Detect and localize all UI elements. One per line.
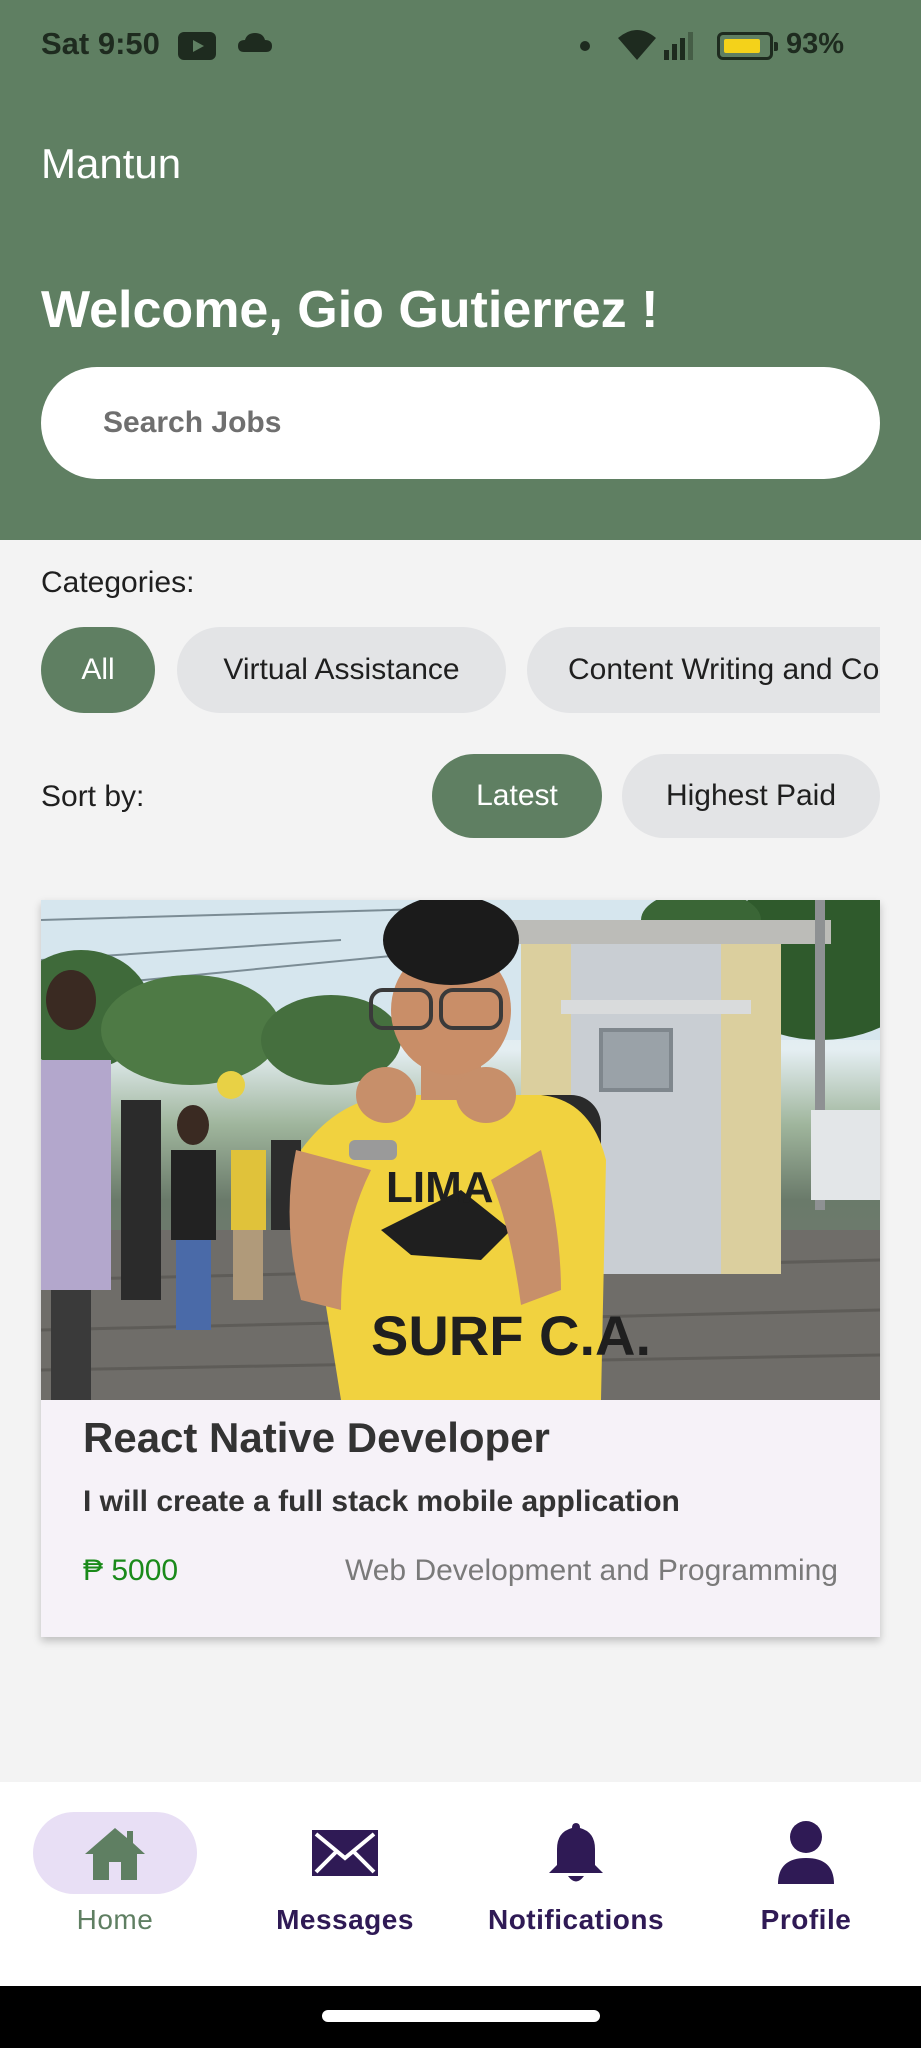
shirt-print-text-1: LIMA [386, 1163, 494, 1212]
job-subtitle: I will create a full stack mobile applic… [83, 1485, 680, 1518]
cloud-icon [238, 33, 272, 52]
nav-messages-label: Messages [276, 1904, 414, 1935]
welcome-heading: Welcome, Gio Gutierrez ! [41, 281, 659, 339]
wifi-icon [618, 30, 656, 60]
header: Sat 9:50 93% Mantun Welcome, Gio Gutierr… [0, 0, 921, 540]
search-input[interactable]: Search Jobs [41, 367, 880, 479]
bottom-nav: Home Messages Notifications Profile [0, 1782, 921, 1986]
signal-icon [664, 32, 693, 60]
nav-home-label: Home [76, 1904, 154, 1935]
sort-highest-paid-button[interactable]: Highest Paid [622, 754, 880, 838]
nav-home-pill [33, 1812, 197, 1894]
status-bar: Sat 9:50 93% [0, 0, 921, 92]
nav-notifications-label: Notifications [487, 1904, 665, 1935]
envelope-icon [312, 1830, 378, 1876]
nav-profile[interactable]: Profile [691, 1782, 921, 1986]
job-category: Web Development and Programming [344, 1554, 838, 1587]
home-indicator[interactable] [322, 2010, 600, 2022]
job-title: React Native Developer [83, 1414, 550, 1461]
shirt-print-text-2: SURF C.A. [371, 1304, 651, 1367]
job-card-image: LIMA SURF C.A. [41, 900, 880, 1400]
category-chip-all[interactable]: All [41, 627, 155, 713]
nav-profile-label: Profile [760, 1904, 852, 1935]
categories-label: Categories: [41, 566, 195, 599]
job-photo-illustration: LIMA SURF C.A. [41, 900, 880, 1400]
nav-notifications-pill [494, 1812, 658, 1894]
person-icon [778, 1821, 834, 1884]
notification-dot-icon [580, 41, 590, 51]
nav-messages-pill [263, 1812, 427, 1894]
nav-home[interactable]: Home [0, 1782, 230, 1986]
bell-icon [549, 1823, 603, 1882]
nav-profile-pill [724, 1812, 888, 1894]
youtube-icon [178, 32, 216, 60]
status-time: Sat 9:50 [41, 26, 160, 61]
home-icon [85, 1828, 145, 1880]
nav-notifications[interactable]: Notifications [461, 1782, 691, 1986]
category-chip-content-writing[interactable]: Content Writing and Co [527, 627, 880, 713]
category-chips: All Virtual Assistance Content Writing a… [41, 627, 880, 713]
battery-icon [717, 32, 778, 60]
category-chip-virtual-assistance[interactable]: Virtual Assistance [177, 627, 506, 713]
job-card[interactable]: LIMA SURF C.A. React Native Developer I … [41, 900, 880, 1637]
sort-latest-button[interactable]: Latest [432, 754, 602, 838]
nav-messages[interactable]: Messages [230, 1782, 460, 1986]
sort-label: Sort by: [41, 780, 145, 813]
job-price: ₱ 5000 [83, 1554, 179, 1587]
battery-percent: 93% [786, 28, 845, 60]
app-title: Mantun [41, 140, 182, 187]
